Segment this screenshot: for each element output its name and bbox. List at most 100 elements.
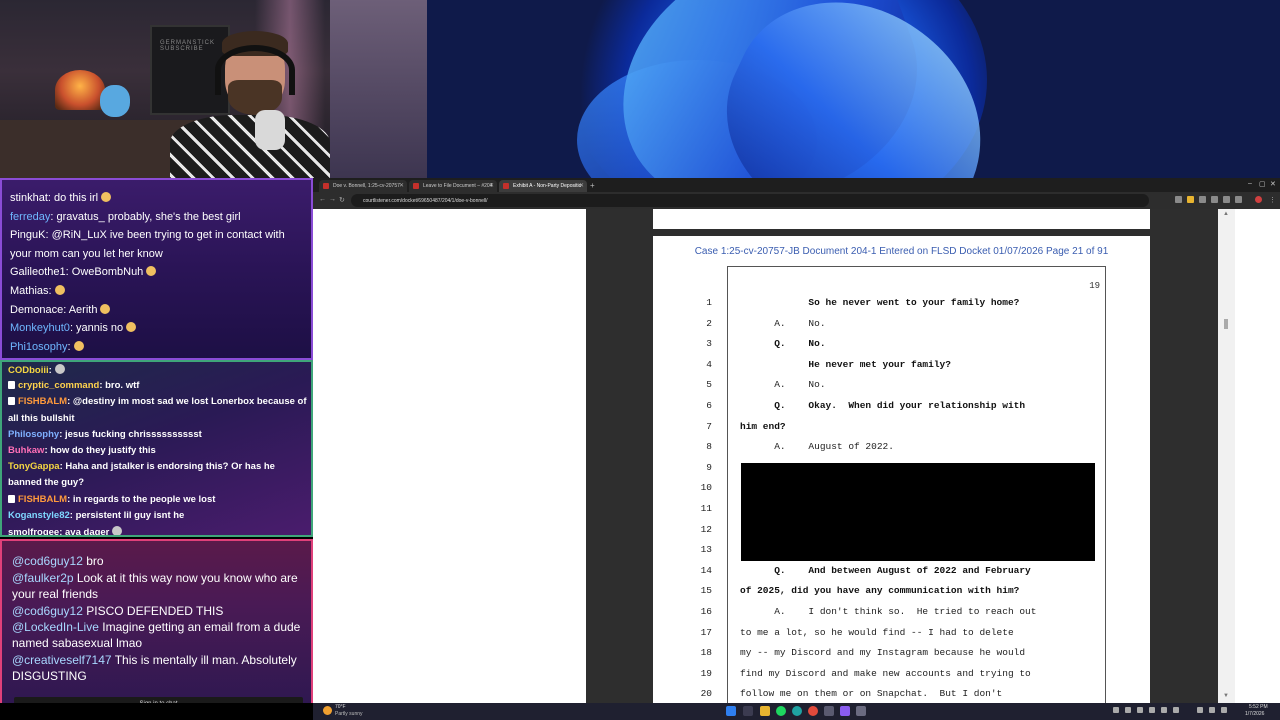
chat-username[interactable]: @creativeself7147 xyxy=(12,653,112,667)
volume-icon[interactable] xyxy=(1209,707,1215,713)
battery-icon[interactable] xyxy=(1221,707,1227,713)
chrome-icon[interactable] xyxy=(808,706,818,716)
chat-username[interactable]: CODboiii xyxy=(8,365,49,376)
reload-icon[interactable]: ↻ xyxy=(339,196,345,204)
chat-text: : how do they justify this xyxy=(44,445,156,456)
chat-username[interactable]: cryptic_command xyxy=(18,380,99,391)
pdf-viewer[interactable]: Case 1:25-cv-20757-JB Document 204-1 Ent… xyxy=(313,209,1280,703)
chat-username[interactable]: Buhkaw xyxy=(8,445,44,456)
tab-bar: Doe v. Bonnell, 1:25-cv-20757 ✕ Leave to… xyxy=(313,178,1280,192)
headset xyxy=(215,45,295,95)
chat-username[interactable]: smolfrogee xyxy=(8,527,59,535)
line-number: 1 xyxy=(706,297,712,308)
chat-text: : xyxy=(48,365,52,376)
scroll-up-icon[interactable]: ▲ xyxy=(1223,211,1229,217)
chat-username[interactable]: @cod6guy12 xyxy=(12,604,83,618)
tab-exhibit-a[interactable]: Exhibit A - Non-Party Depositio ✕ xyxy=(499,180,587,192)
chat-message: TonyGappa: Haha and jstalker is endorsin… xyxy=(8,461,275,472)
chat-username[interactable]: Demonace xyxy=(10,304,63,316)
chat-username[interactable]: Mathias xyxy=(10,285,49,297)
chat-username[interactable]: Koganstyle82 xyxy=(8,510,70,521)
chat-username[interactable]: @cod6guy12 xyxy=(12,554,83,568)
edge-icon[interactable] xyxy=(792,706,802,716)
new-tab-button[interactable]: + xyxy=(590,181,595,190)
tray-icon[interactable] xyxy=(1113,707,1119,713)
chat-badge-icon xyxy=(8,494,15,503)
tab-close-icon[interactable]: ✕ xyxy=(399,182,404,189)
transcript-line: to me a lot, so he would find -- I had t… xyxy=(740,626,1014,638)
start-icon[interactable] xyxy=(726,706,736,716)
taskbar: 70°F Partly sunny 5:52 PM 1/7/2026 xyxy=(0,703,1280,720)
tab-close-icon[interactable]: ✕ xyxy=(579,182,584,189)
transcript-line: find my Discord and make new accounts an… xyxy=(740,667,1031,679)
wifi-icon[interactable] xyxy=(1197,707,1203,713)
tray-icon[interactable] xyxy=(1137,707,1143,713)
scroll-thumb[interactable] xyxy=(1224,319,1228,329)
extension-icon[interactable] xyxy=(1199,196,1206,203)
weather-description[interactable]: Partly sunny xyxy=(335,711,363,717)
clock-date[interactable]: 1/7/2026 xyxy=(1245,711,1264,717)
chat-text: : bro. wtf xyxy=(99,380,140,392)
tray-icon[interactable] xyxy=(1125,707,1131,713)
tab-favicon-icon xyxy=(413,183,419,189)
app-icon[interactable] xyxy=(824,706,834,716)
file-explorer-icon[interactable] xyxy=(760,706,770,716)
chat-username[interactable]: @LockedIn-Live xyxy=(12,620,99,634)
app-icon[interactable] xyxy=(856,706,866,716)
weather-temperature[interactable]: 70°F xyxy=(335,704,346,710)
streamer-shirt xyxy=(170,115,330,178)
chat-username[interactable]: FISHBALM xyxy=(18,494,67,505)
chat-username[interactable]: Philosophy xyxy=(8,429,59,440)
line-number: 14 xyxy=(700,564,712,576)
chat-username[interactable]: PinguK xyxy=(10,229,45,241)
profile-avatar-icon[interactable] xyxy=(1255,196,1262,203)
sidebar-icon[interactable] xyxy=(1235,196,1242,203)
line-number: 17 xyxy=(700,626,712,638)
transcript-line: He never met your family? xyxy=(740,358,951,370)
scroll-down-icon[interactable]: ▼ xyxy=(1223,693,1229,699)
extension-icon[interactable] xyxy=(1175,196,1182,203)
transcript-line: A. No. xyxy=(740,317,826,329)
chat-username[interactable]: Phi1osophy xyxy=(10,341,68,353)
tray-icon[interactable] xyxy=(1161,707,1167,713)
chat-username[interactable]: stinkhat xyxy=(10,192,48,204)
url-input[interactable]: courtlistener.com/docket/69650487/204/1/… xyxy=(351,194,1149,207)
chat-text: : @RiN_LuX ive been trying to get in con… xyxy=(45,229,285,242)
webcam-feed: GERMANSTICK SUBSCRIBE xyxy=(0,0,427,178)
chat-username[interactable]: Galileothe1 xyxy=(10,266,66,278)
chat-username[interactable]: TonyGappa xyxy=(8,461,60,472)
transcript-line: follow me on them or on Snapchat. But I … xyxy=(740,688,1003,700)
maximize-button[interactable]: ▢ xyxy=(1259,180,1266,188)
close-window-button[interactable]: ✕ xyxy=(1270,180,1276,188)
chat-message: PinguK: @RiN_LuX ive been trying to get … xyxy=(10,229,285,241)
clock-time[interactable]: 5:52 PM xyxy=(1249,704,1268,710)
chat-username[interactable]: Monkeyhut0 xyxy=(10,322,70,334)
download-icon[interactable] xyxy=(1211,196,1218,203)
tray-icon[interactable] xyxy=(1173,707,1179,713)
tab-doe-v-bonnell[interactable]: Doe v. Bonnell, 1:25-cv-20757 ✕ xyxy=(319,180,407,192)
tab-leave-to-file[interactable]: Leave to File Document – #204 ✕ xyxy=(409,180,497,192)
chat-username[interactable]: @faulker2p xyxy=(12,571,74,585)
blank-pane-left xyxy=(313,209,586,703)
back-icon[interactable]: ← xyxy=(319,196,326,203)
chat-message: FISHBALM: in regards to the people we lo… xyxy=(8,494,215,505)
spotify-icon[interactable] xyxy=(776,706,786,716)
scrollbar[interactable]: ▲ ▼ xyxy=(1218,209,1235,703)
extensions-puzzle-icon[interactable] xyxy=(1223,196,1230,203)
weather-icon[interactable] xyxy=(323,706,332,715)
app-icon[interactable] xyxy=(840,706,850,716)
forward-icon[interactable]: → xyxy=(329,196,336,203)
chat-message: @cod6guy12 bro xyxy=(12,553,302,569)
search-icon[interactable] xyxy=(743,706,753,716)
filing-header: Case 1:25-cv-20757-JB Document 204-1 Ent… xyxy=(694,246,1109,257)
zoom-icon[interactable] xyxy=(1143,196,1150,203)
tray-icon[interactable] xyxy=(1149,707,1155,713)
folder-icon[interactable] xyxy=(1187,196,1194,203)
tab-close-icon[interactable]: ✕ xyxy=(489,182,494,189)
minimize-button[interactable]: – xyxy=(1248,180,1252,187)
menu-icon[interactable]: ⋮ xyxy=(1269,196,1276,204)
chat-badge-icon xyxy=(8,381,15,390)
chat-username[interactable]: FISHBALM xyxy=(18,396,67,407)
chat-username[interactable]: ferreday xyxy=(10,211,50,223)
tab-favicon-icon xyxy=(323,183,329,189)
